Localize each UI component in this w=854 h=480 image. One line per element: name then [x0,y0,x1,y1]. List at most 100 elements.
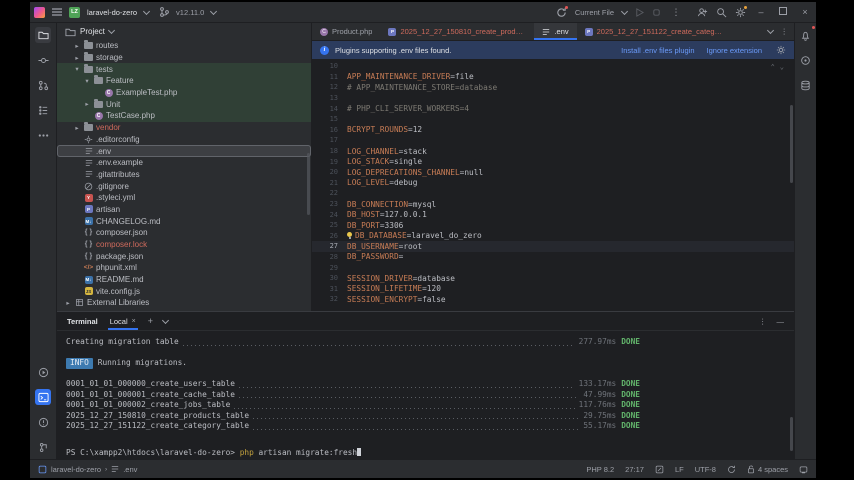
tree-item-changelog[interactable]: M↓CHANGELOG.md [57,215,311,227]
tree-item-styleci[interactable]: Y.styleci.yml [57,192,311,204]
tab-create-category-migration[interactable]: P 2025_12_27_151122_create_category_tabl… [577,23,731,40]
code-line[interactable]: 11APP_MAINTENANCE_DRIVER=file [312,72,794,83]
code-line[interactable]: 19LOG_STACK=single [312,156,794,167]
php-interpreter-widget[interactable]: PHP 8.2 [586,465,614,474]
tree-item-env-selected[interactable]: .env [57,145,311,157]
project-name-widget[interactable]: laravel-do-zero [87,8,137,17]
editor-scrollbar[interactable] [790,105,793,183]
run-icon[interactable] [635,8,644,17]
run-configuration-select[interactable]: Current File [575,8,614,17]
database-tool-icon[interactable] [798,77,814,93]
settings-gear-icon[interactable] [735,7,746,18]
pull-requests-tool-icon[interactable] [35,77,51,93]
tab-list-chevron-icon[interactable] [766,27,773,34]
code-line[interactable]: 17 [312,135,794,146]
code-line[interactable]: 25DB_PORT=3306 [312,220,794,231]
terminal-options-icon[interactable]: ⋮ [759,317,767,326]
tree-item-editorconfig[interactable]: .editorconfig [57,134,311,146]
maximize-button[interactable] [776,7,790,17]
terminal-prompt[interactable]: PS C:\xampp2\htdocs\laravel-do-zero> php… [66,448,794,459]
code-line[interactable]: 14# PHP_CLI_SERVER_WORKERS=4 [312,103,794,114]
structure-tool-icon[interactable] [35,102,51,118]
terminal-title[interactable]: Terminal [67,317,98,326]
terminal-session-tab[interactable]: Local × [108,312,138,330]
code-line[interactable]: 28DB_PASSWORD= [312,252,794,263]
line-ending-widget[interactable]: LF [675,465,684,474]
breadcrumb-project[interactable]: laravel-do-zero [51,465,101,474]
tree-item-tests[interactable]: ▾tests [57,63,311,75]
tree-item-package-json[interactable]: { }package.json [57,250,311,262]
code-line[interactable]: 22 [312,188,794,199]
tree-item-composer-json[interactable]: { }composer.json [57,227,311,239]
tree-item-vendor[interactable]: ▸vendor [57,122,311,134]
code-line[interactable]: 15 [312,114,794,125]
breadcrumb-file[interactable]: .env [123,465,137,474]
code-line[interactable]: 18LOG_CHANNEL=stack [312,146,794,157]
hide-terminal-icon[interactable]: — [777,317,785,326]
code-line[interactable]: 16BCRYPT_ROUNDS=12 [312,125,794,136]
commit-tool-icon[interactable] [35,52,51,68]
code-line[interactable]: 30SESSION_DRIVER=database [312,273,794,284]
git-branch-widget[interactable]: v12.11.0 [176,8,204,17]
terminal-tool-icon[interactable] [35,389,51,405]
code-line-current[interactable]: 27DB_USERNAME=root [312,241,794,252]
tree-item-testcase[interactable]: CTestCase.php [57,110,311,122]
session-dropdown-icon[interactable] [162,316,169,323]
tree-item-env-example[interactable]: .env.example [57,157,311,169]
tab-product-php[interactable]: C Product.php [312,23,380,40]
banner-settings-icon[interactable] [776,45,786,55]
tree-item-routes[interactable]: ▸routes [57,40,311,52]
main-menu-icon[interactable] [52,8,62,16]
tree-item-exampletest[interactable]: CExampleTest.php [57,87,311,99]
caret-position-widget[interactable]: 27:17 [625,465,644,474]
tree-item-composer-lock[interactable]: { }composer.lock [57,239,311,251]
code-line[interactable]: 31SESSION_LIFETIME=120 [312,283,794,294]
screen-reader-icon[interactable] [799,465,808,474]
tree-item-gitattributes[interactable]: .gitattributes [57,169,311,181]
more-actions-icon[interactable]: ⋮ [669,7,683,18]
code-line[interactable]: 23DB_CONNECTION=mysql [312,199,794,210]
notifications-bell-icon[interactable] [798,27,814,43]
tab-options-icon[interactable]: ⋮ [781,27,789,36]
tab-env[interactable]: .env [534,23,576,40]
project-tool-header[interactable]: Project [57,23,311,40]
code-line[interactable]: 13 [312,93,794,104]
tree-item-feature[interactable]: ▾Feature [57,75,311,87]
install-plugin-link[interactable]: Install .env files plugin [621,46,694,55]
intention-bulb-icon[interactable] [346,232,353,239]
code-line[interactable]: 21LOG_LEVEL=debug [312,178,794,189]
indent-widget[interactable]: 4 spaces [747,465,788,474]
editor-code-area[interactable]: 10 11APP_MAINTENANCE_DRIVER=file 12# APP… [312,59,794,311]
tree-item-gitignore[interactable]: .gitignore [57,180,311,192]
update-available-icon[interactable] [556,7,567,18]
code-line[interactable]: 29 [312,262,794,273]
ai-assistant-icon[interactable] [798,52,814,68]
inspections-widget[interactable]: ⌃⌄ [771,63,784,71]
encoding-widget[interactable]: UTF-8 [695,465,716,474]
tree-item-vite-config[interactable]: JSvite.config.js [57,285,311,297]
tree-item-storage[interactable]: ▸storage [57,52,311,64]
version-control-tool-icon[interactable] [35,439,51,455]
code-line[interactable]: 26DB_DATABASE=laravel_do_zero [312,231,794,242]
new-session-icon[interactable]: + [148,316,153,326]
search-icon[interactable] [716,7,727,18]
tree-item-external-libraries[interactable]: ▸ External Libraries [57,297,311,309]
terminal-scrollbar[interactable] [790,417,793,451]
close-button[interactable]: × [798,7,812,17]
code-line[interactable]: 20LOG_DEPRECATIONS_CHANNEL=null [312,167,794,178]
code-with-me-icon[interactable] [697,7,708,18]
run-tool-icon[interactable] [35,364,51,380]
tree-item-unit[interactable]: ▸Unit [57,98,311,110]
minimize-button[interactable]: – [754,7,768,17]
code-line[interactable]: 24DB_HOST=127.0.0.1 [312,209,794,220]
code-line[interactable]: 12# APP_MAINTENANCE_STORE=database [312,82,794,93]
problems-tool-icon[interactable] [35,414,51,430]
tree-item-readme[interactable]: M↓README.md [57,274,311,286]
tab-create-products-migration[interactable]: P 2025_12_27_150810_create_products_tabl… [380,23,534,40]
code-line[interactable]: 10 [312,61,794,72]
more-tool-windows-icon[interactable] [35,127,51,143]
tree-scrollbar[interactable] [307,153,310,215]
edit-icon[interactable] [655,465,664,474]
code-line[interactable]: 32SESSION_ENCRYPT=false [312,294,794,305]
project-tool-icon[interactable] [35,27,51,43]
